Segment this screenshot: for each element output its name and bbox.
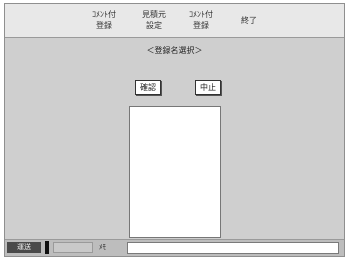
dialog-title: ＜登録名選択＞ [146, 46, 203, 55]
status-bar: 運送 ﾒﾓ [5, 239, 344, 256]
cancel-button[interactable]: 中止 [195, 80, 221, 95]
status-divider [45, 241, 49, 254]
menu-item-estimate-source-setting[interactable]: 見積元 設定 [137, 9, 171, 35]
app-window: ｺﾒﾝﾄ付 登録 見積元 設定 ｺﾒﾝﾄ付 登録 終了 ＜登録名選択＞ 確認 中… [4, 3, 345, 257]
menu-item-exit[interactable]: 終了 [237, 15, 261, 41]
menu-item-register-with-comment[interactable]: ｺﾒﾝﾄ付 登録 [84, 9, 124, 35]
ok-button[interactable]: 確認 [135, 80, 161, 95]
memo-input[interactable] [127, 242, 339, 254]
menu-bar: ｺﾒﾝﾄ付 登録 見積元 設定 ｺﾒﾝﾄ付 登録 終了 [5, 4, 344, 38]
menu-item-register-with-comment-2[interactable]: ｺﾒﾝﾄ付 登録 [181, 9, 221, 35]
status-box [53, 242, 93, 253]
status-mode-indicator: 運送 [7, 242, 41, 253]
registration-name-list[interactable] [129, 106, 221, 238]
memo-label: ﾒﾓ [99, 243, 106, 251]
